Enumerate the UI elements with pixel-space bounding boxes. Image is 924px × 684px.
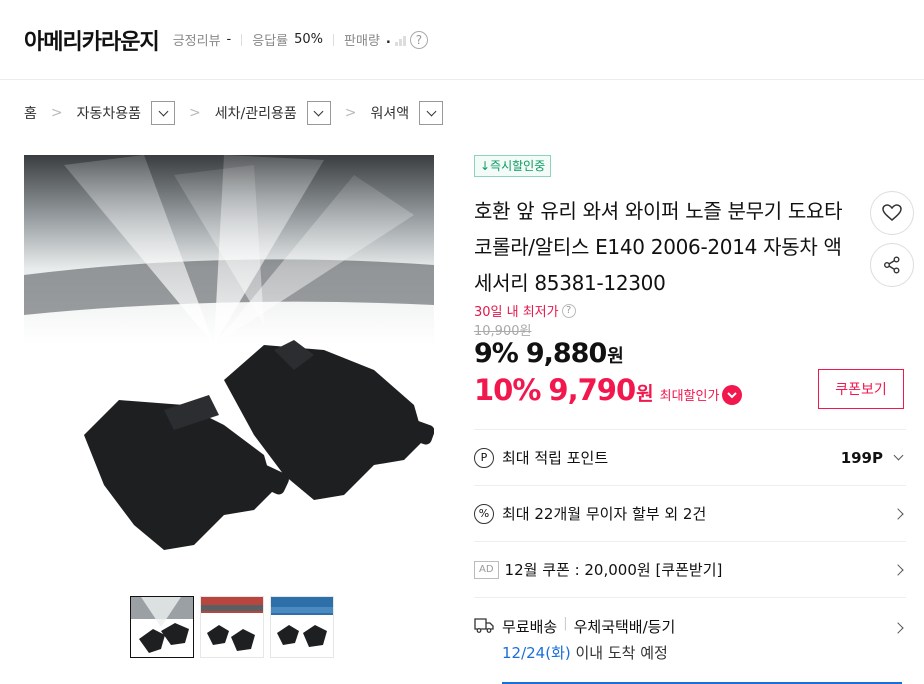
product-title: 호환 앞 유리 와셔 와이퍼 노즐 분무기 도요타 코롤라/알티스 E140 2… — [474, 199, 843, 295]
store-header: 아메리카라운지 긍정리뷰 - 응답률 50% 판매량 . ? — [0, 0, 924, 80]
category-3-dropdown[interactable] — [419, 101, 444, 125]
thumbnail-list — [130, 596, 334, 658]
installment-right — [892, 507, 904, 520]
wishlist-button[interactable] — [870, 191, 914, 235]
installment-row[interactable]: % 최대 22개월 무이자 할부 외 2건 — [474, 485, 906, 541]
shipping-carrier: 우체국택배/등기 — [573, 618, 676, 636]
question-circle-icon[interactable]: ? — [561, 303, 576, 318]
chevron-right-icon — [892, 622, 904, 634]
points-right: 199P — [840, 448, 904, 467]
store-meta: 긍정리뷰 - 응답률 50% 판매량 . ? — [173, 30, 428, 49]
truck-icon — [474, 618, 494, 633]
divider — [241, 33, 243, 46]
sales-bars-icon — [394, 34, 406, 46]
divider: | — [563, 616, 568, 631]
chevron-right-icon: > — [50, 105, 63, 121]
sales-value: . — [385, 32, 391, 47]
chevron-down-icon — [158, 106, 168, 116]
ad-badge: AD — [474, 560, 499, 579]
instant-discount-badge: ↓즉시할인중 — [474, 155, 552, 177]
points-value: 199P — [840, 448, 883, 467]
arrival-date: 12/24(화) — [502, 644, 571, 662]
heart-icon — [882, 204, 902, 221]
arrival-suffix: 이내 도착 예정 — [570, 644, 668, 662]
chevron-right-icon: > — [189, 105, 201, 121]
response-rate-value: 50% — [294, 32, 324, 47]
shipping-free-label: 무료배송 — [502, 618, 558, 636]
response-rate-label: 응답률 — [252, 34, 289, 49]
breadcrumb-home[interactable]: 홈 — [24, 103, 37, 123]
p-circle-icon: P — [474, 447, 494, 468]
discount-price-2: 10% 9,790 원 최대할인가 — [474, 373, 743, 407]
shipping-row[interactable]: 무료배송 | 우체국택배/등기 12/24(화) 이내 도착 예정 — [474, 597, 906, 683]
positive-review-label: 긍정리뷰 — [172, 34, 221, 49]
share-icon — [884, 256, 900, 274]
shipping-right — [892, 622, 904, 634]
arrival-estimate: 12/24(화) 이내 도착 예정 — [502, 642, 668, 663]
product-info: ↓즉시할인중 호환 앞 유리 와셔 와이퍼 노즐 분무기 도요타 코롤라/알티스… — [474, 155, 914, 684]
category-1-dropdown[interactable] — [151, 101, 176, 125]
thumbnail-2[interactable] — [200, 596, 264, 658]
divider — [333, 33, 335, 46]
coupon-ad-right — [892, 563, 904, 576]
breadcrumb-category-2[interactable]: 세차/관리용품 — [215, 103, 297, 123]
original-price: 10,900원 — [474, 324, 532, 339]
discount-1-percent: 9% — [474, 338, 519, 369]
sales-label: 판매량 — [344, 34, 380, 49]
product-main-image[interactable] — [24, 155, 434, 560]
store-name[interactable]: 아메리카라운지 — [24, 24, 160, 56]
chevron-right-icon — [892, 563, 904, 576]
max-discount-label[interactable]: 최대할인가 — [659, 384, 743, 405]
lowest-price-text: 30일 내 최저가 — [474, 305, 559, 320]
points-label: 최대 적립 포인트 — [502, 449, 609, 467]
currency-unit: 원 — [636, 383, 654, 405]
currency-unit: 원 — [607, 346, 624, 367]
chevron-down-icon — [313, 106, 324, 116]
coupon-ad-row[interactable]: AD 12월 쿠폰 : 20,000원 [쿠폰받기] — [474, 541, 906, 597]
breadcrumb-category-3[interactable]: 워셔액 — [371, 103, 410, 123]
positive-review-value: - — [226, 32, 232, 47]
thumbnail-1[interactable] — [130, 596, 194, 658]
coupon-view-button[interactable]: 쿠폰보기 — [818, 369, 904, 409]
breadcrumb-category-1[interactable]: 자동차용품 — [77, 103, 141, 123]
discount-price-1: 9% 9,880 원 — [474, 338, 624, 369]
chevron-down-icon — [893, 450, 904, 461]
discount-1-amount: 9,880 — [525, 338, 607, 369]
share-button[interactable] — [870, 243, 914, 287]
thumbnail-3[interactable] — [270, 596, 334, 658]
discount-2-percent: 10% — [474, 373, 541, 407]
chevron-down-circle-icon — [722, 384, 743, 405]
coupon-ad-text: 12월 쿠폰 : 20,000원 [쿠폰받기] — [504, 561, 723, 579]
breadcrumb: 홈 > 자동차용품 > 세차/관리용품 > 워셔액 — [24, 98, 444, 128]
chevron-down-icon — [426, 106, 437, 116]
max-discount-text: 최대할인가 — [659, 389, 720, 404]
installment-text: 최대 22개월 무이자 할부 외 2건 — [502, 505, 707, 523]
chevron-right-icon — [892, 507, 904, 520]
discount-2-amount: 9,790 — [548, 373, 636, 407]
lowest-price-label: 30일 내 최저가 ? — [474, 301, 576, 320]
percent-circle-icon: % — [474, 503, 494, 524]
question-circle-icon[interactable]: ? — [409, 30, 428, 49]
category-2-dropdown[interactable] — [306, 101, 331, 125]
points-row[interactable]: P 최대 적립 포인트 199P — [474, 429, 906, 485]
chevron-right-icon: > — [344, 105, 357, 121]
